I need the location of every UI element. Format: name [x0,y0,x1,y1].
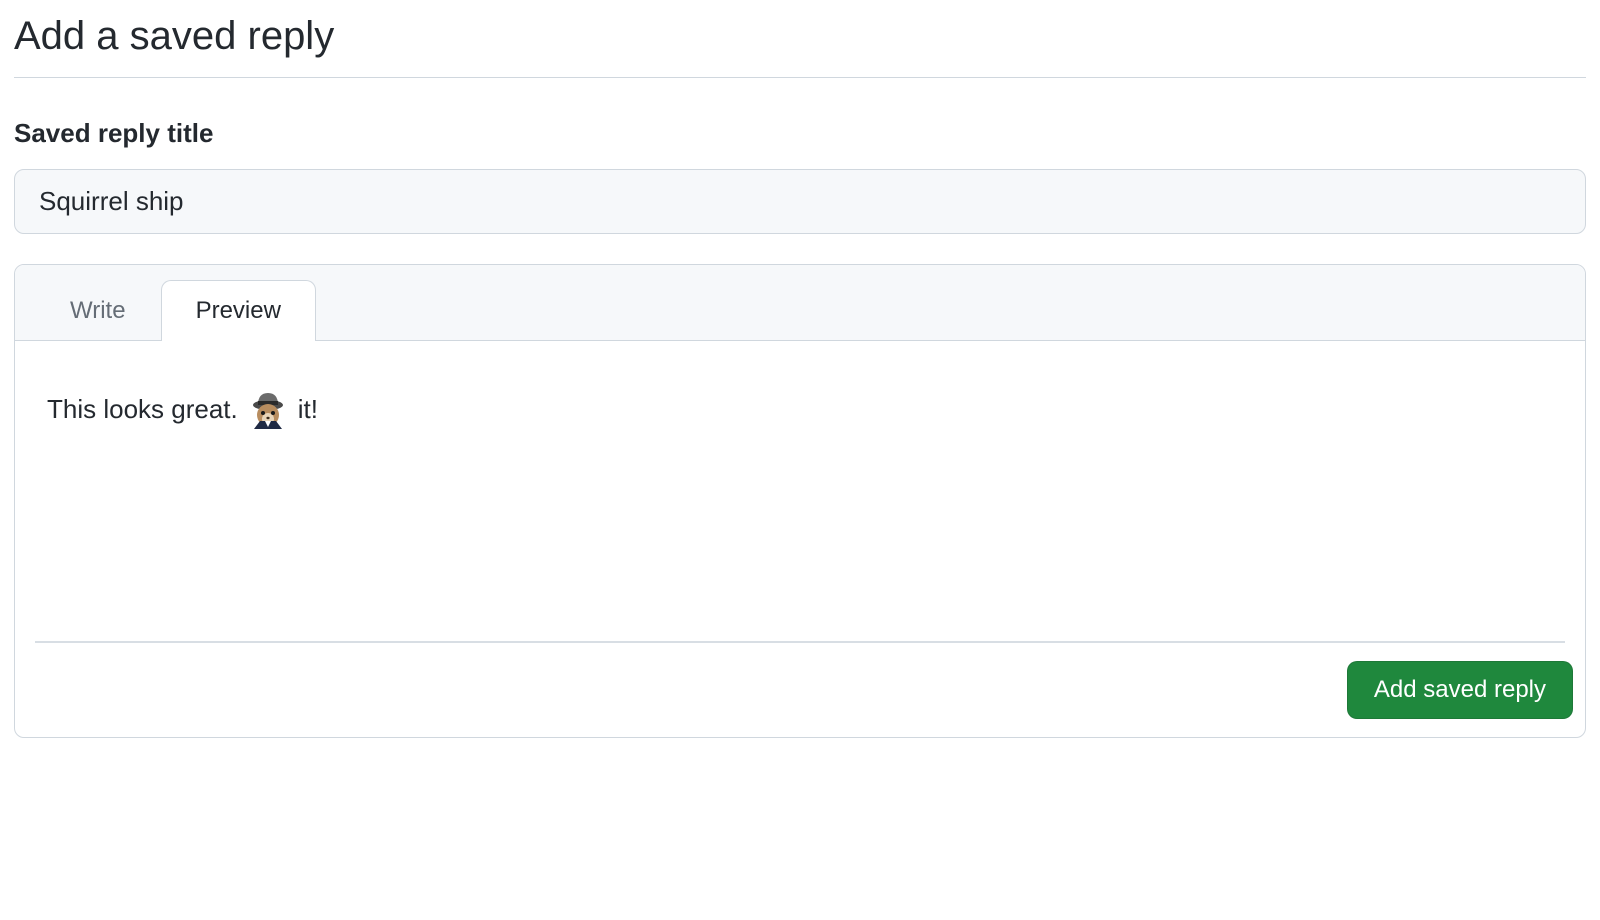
page-title: Add a saved reply [14,14,1586,78]
preview-text-after: it! [298,394,318,425]
preview-text-line: This looks great. [47,389,1553,429]
reply-editor: Write Preview This looks great. [14,264,1586,738]
editor-tab-bar: Write Preview [15,265,1585,341]
preview-content: This looks great. [15,341,1585,641]
shipit-squirrel-icon [248,389,288,429]
preview-text-before: This looks great. [47,394,238,425]
tab-preview[interactable]: Preview [161,280,316,341]
title-field-label: Saved reply title [14,118,1586,149]
editor-footer: Add saved reply [15,643,1585,737]
tab-write[interactable]: Write [35,280,161,341]
add-saved-reply-button[interactable]: Add saved reply [1347,661,1573,719]
saved-reply-title-input[interactable] [14,169,1586,234]
